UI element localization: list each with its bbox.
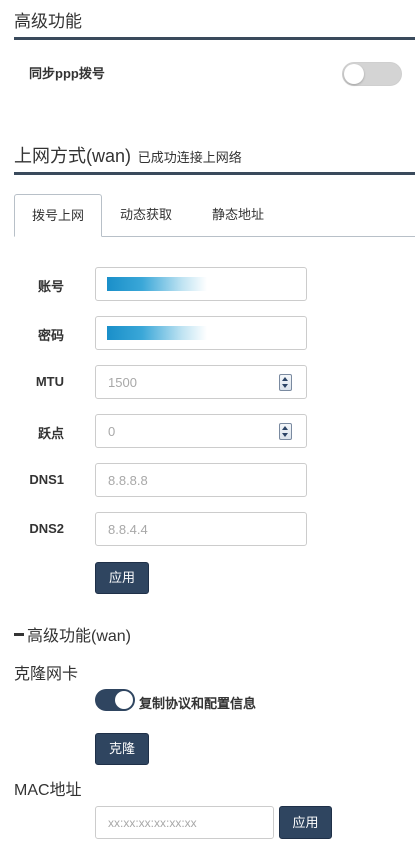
mac-title: MAC地址	[14, 782, 82, 799]
wan-apply-button[interactable]: 应用	[95, 562, 149, 594]
mtu-input[interactable]	[95, 365, 307, 399]
dns2-label: DNS2	[29, 521, 64, 536]
password-redaction	[107, 326, 207, 340]
wan-advanced-title: 高级功能(wan)	[27, 628, 132, 645]
toggle-knob	[115, 691, 133, 709]
mac-input[interactable]	[95, 806, 274, 839]
clone-toggle-label: 复制协议和配置信息	[139, 696, 257, 711]
hop-input[interactable]	[95, 414, 307, 448]
hop-label: 跃点	[37, 426, 64, 441]
account-redaction	[107, 277, 207, 291]
wan-advanced-header[interactable]: 高级功能(wan)	[14, 622, 131, 646]
mtu-label: MTU	[35, 374, 64, 389]
dialup-form: 账号 密码 MTU 跃点 DNS1 DNS2 应用	[0, 0, 415, 848]
clone-nic-title: 克隆网卡	[14, 666, 79, 683]
collapse-icon	[14, 633, 24, 637]
dns1-label: DNS1	[29, 472, 64, 487]
mtu-spinner[interactable]	[279, 374, 292, 391]
dns1-input[interactable]	[95, 463, 307, 497]
account-label: 账号	[37, 279, 64, 294]
mac-apply-button[interactable]: 应用	[279, 806, 332, 839]
dns2-input[interactable]	[95, 512, 307, 546]
password-label: 密码	[37, 328, 64, 343]
hop-spinner[interactable]	[279, 423, 292, 440]
clone-toggle[interactable]	[95, 689, 135, 711]
clone-button[interactable]: 克隆	[95, 733, 149, 765]
